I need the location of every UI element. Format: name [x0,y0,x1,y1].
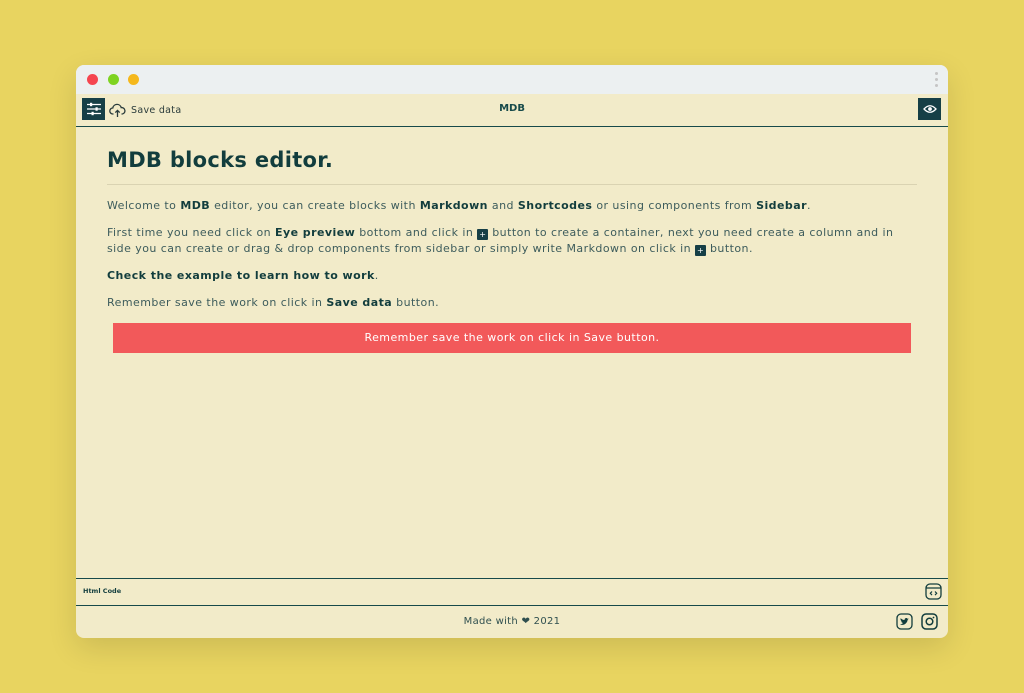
plus-icon: + [695,245,707,256]
eye-icon [922,105,937,113]
editor-toolbar: Save data MDB [76,94,948,127]
editor-window: Save data MDB MDB blocks editor. Welcome… [76,65,948,638]
kebab-menu-icon[interactable] [935,72,939,90]
example-paragraph: Check the example to learn how to work. [107,269,379,282]
instructions-paragraph: First time you need click on Eye preview… [107,226,894,256]
html-code-label: Html Code [83,587,122,595]
html-code-bar: Html Code [76,578,948,606]
plus-icon: + [477,229,489,240]
instagram-link[interactable] [921,613,938,634]
close-window-button[interactable] [87,74,98,85]
app-title: MDB [499,103,525,114]
reminder-paragraph: Remember save the work on click in Save … [107,296,440,309]
made-with-text: Made with ❤ 2021 [463,616,561,627]
html-code-button[interactable] [925,583,942,604]
twitter-link[interactable] [896,613,913,634]
footer: Made with ❤ 2021 [76,606,948,638]
reminder-alert: Remember save the work on click in Save … [113,323,911,353]
code-icon [925,583,942,600]
instagram-icon [921,613,938,630]
minimize-window-button[interactable] [128,74,139,85]
twitter-icon [896,613,913,630]
page-title: MDB blocks editor. [107,148,917,185]
window-titlebar [76,65,948,94]
editor-content: MDB blocks editor. Welcome to MDB editor… [107,148,917,353]
maximize-window-button[interactable] [108,74,119,85]
welcome-paragraph: Welcome to MDB editor, you can create bl… [107,199,811,212]
eye-preview-button[interactable] [918,98,941,120]
